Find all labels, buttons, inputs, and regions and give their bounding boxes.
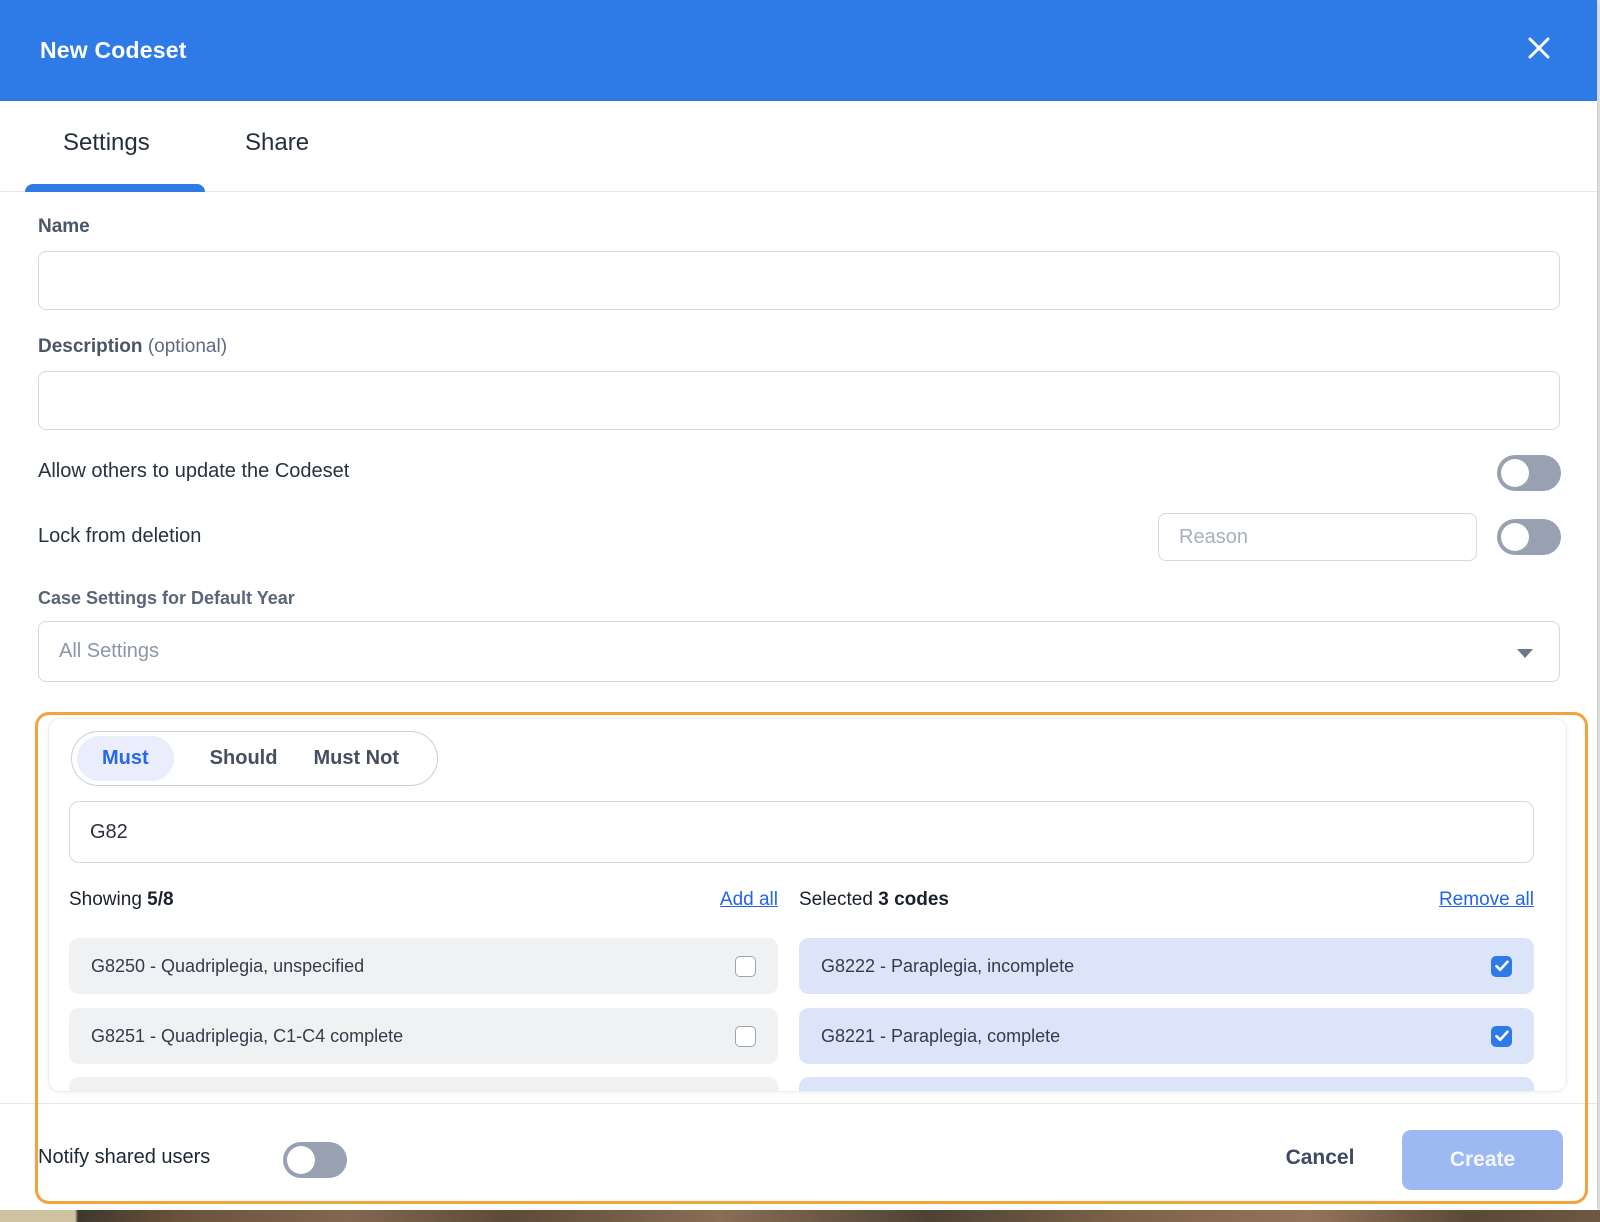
tab-bar: Settings Share — [0, 101, 1597, 192]
code-label: G8221 - Paraplegia, complete — [821, 1025, 1061, 1046]
toggle-knob — [1501, 523, 1529, 551]
notify-shared-users-toggle[interactable] — [283, 1142, 347, 1178]
match-mode-pills: Must Should Must Not — [71, 731, 438, 786]
create-button[interactable]: Create — [1402, 1130, 1563, 1190]
cancel-button[interactable]: Cancel — [1255, 1146, 1385, 1170]
case-settings-value: All Settings — [59, 640, 160, 662]
toggle-knob — [1501, 459, 1529, 487]
selected-count: Selected 3 codes — [799, 889, 949, 910]
lock-deletion-label: Lock from deletion — [38, 525, 202, 547]
name-label: Name — [38, 216, 90, 237]
close-icon — [1528, 37, 1550, 64]
code-label: G8250 - Quadriplegia, unspecified — [91, 955, 365, 976]
active-tab-indicator — [25, 184, 205, 192]
background-photo-strip — [0, 1210, 1600, 1222]
available-code-row[interactable]: G8251 - Quadriplegia, C1-C4 complete — [69, 1008, 778, 1064]
screen: New Codeset Settings Share Name Descript… — [0, 0, 1600, 1222]
mode-should-pill[interactable]: Should — [210, 747, 278, 770]
selected-code-row-partial[interactable] — [799, 1077, 1534, 1091]
modal-title: New Codeset — [40, 37, 187, 63]
checkbox-checked-icon[interactable] — [1491, 955, 1512, 977]
toggle-knob — [287, 1146, 315, 1174]
allow-update-toggle[interactable] — [1497, 455, 1561, 491]
add-all-link[interactable]: Add all — [720, 889, 778, 911]
tab-share[interactable]: Share — [245, 129, 309, 157]
codes-section: Must Should Must Not Showing 5/8 Add all… — [48, 718, 1567, 1092]
code-label: G8222 - Paraplegia, incomplete — [821, 955, 1075, 976]
selected-code-row[interactable]: G8222 - Paraplegia, incomplete — [799, 938, 1534, 994]
showing-count: Showing 5/8 — [69, 889, 174, 910]
code-search-input[interactable] — [69, 801, 1534, 863]
chevron-down-icon — [1517, 649, 1533, 658]
checkbox-checked-icon[interactable] — [1491, 1025, 1512, 1047]
available-code-row[interactable]: G8250 - Quadriplegia, unspecified — [69, 938, 778, 994]
description-label: Description (optional) — [38, 336, 228, 357]
reason-input[interactable] — [1158, 513, 1477, 561]
available-codes-header: Showing 5/8 Add all — [69, 889, 778, 911]
new-codeset-modal: New Codeset Settings Share Name Descript… — [0, 0, 1597, 1210]
name-input[interactable] — [38, 251, 1560, 310]
available-code-row-partial[interactable] — [69, 1077, 778, 1091]
notify-shared-users-label: Notify shared users — [38, 1146, 211, 1168]
allow-update-label: Allow others to update the Codeset — [38, 460, 350, 482]
case-settings-label: Case Settings for Default Year — [38, 588, 295, 608]
selected-codes-header: Selected 3 codes Remove all — [799, 889, 1534, 911]
remove-all-link[interactable]: Remove all — [1439, 889, 1534, 911]
mode-must-not-pill[interactable]: Must Not — [313, 747, 399, 770]
tab-settings[interactable]: Settings — [63, 129, 150, 157]
selected-code-row[interactable]: G8221 - Paraplegia, complete — [799, 1008, 1534, 1064]
code-label: G8251 - Quadriplegia, C1-C4 complete — [91, 1025, 404, 1046]
footer-divider — [0, 1103, 1597, 1104]
close-button[interactable] — [1525, 36, 1553, 64]
description-optional-hint: (optional) — [147, 336, 228, 357]
mode-must-pill[interactable]: Must — [77, 736, 174, 781]
modal-header: New Codeset — [0, 0, 1597, 101]
lock-deletion-toggle[interactable] — [1497, 519, 1561, 555]
description-input[interactable] — [38, 371, 1560, 430]
case-settings-select[interactable]: All Settings — [38, 621, 1560, 682]
checkbox-unchecked-icon[interactable] — [735, 955, 756, 977]
checkbox-unchecked-icon[interactable] — [735, 1025, 756, 1047]
